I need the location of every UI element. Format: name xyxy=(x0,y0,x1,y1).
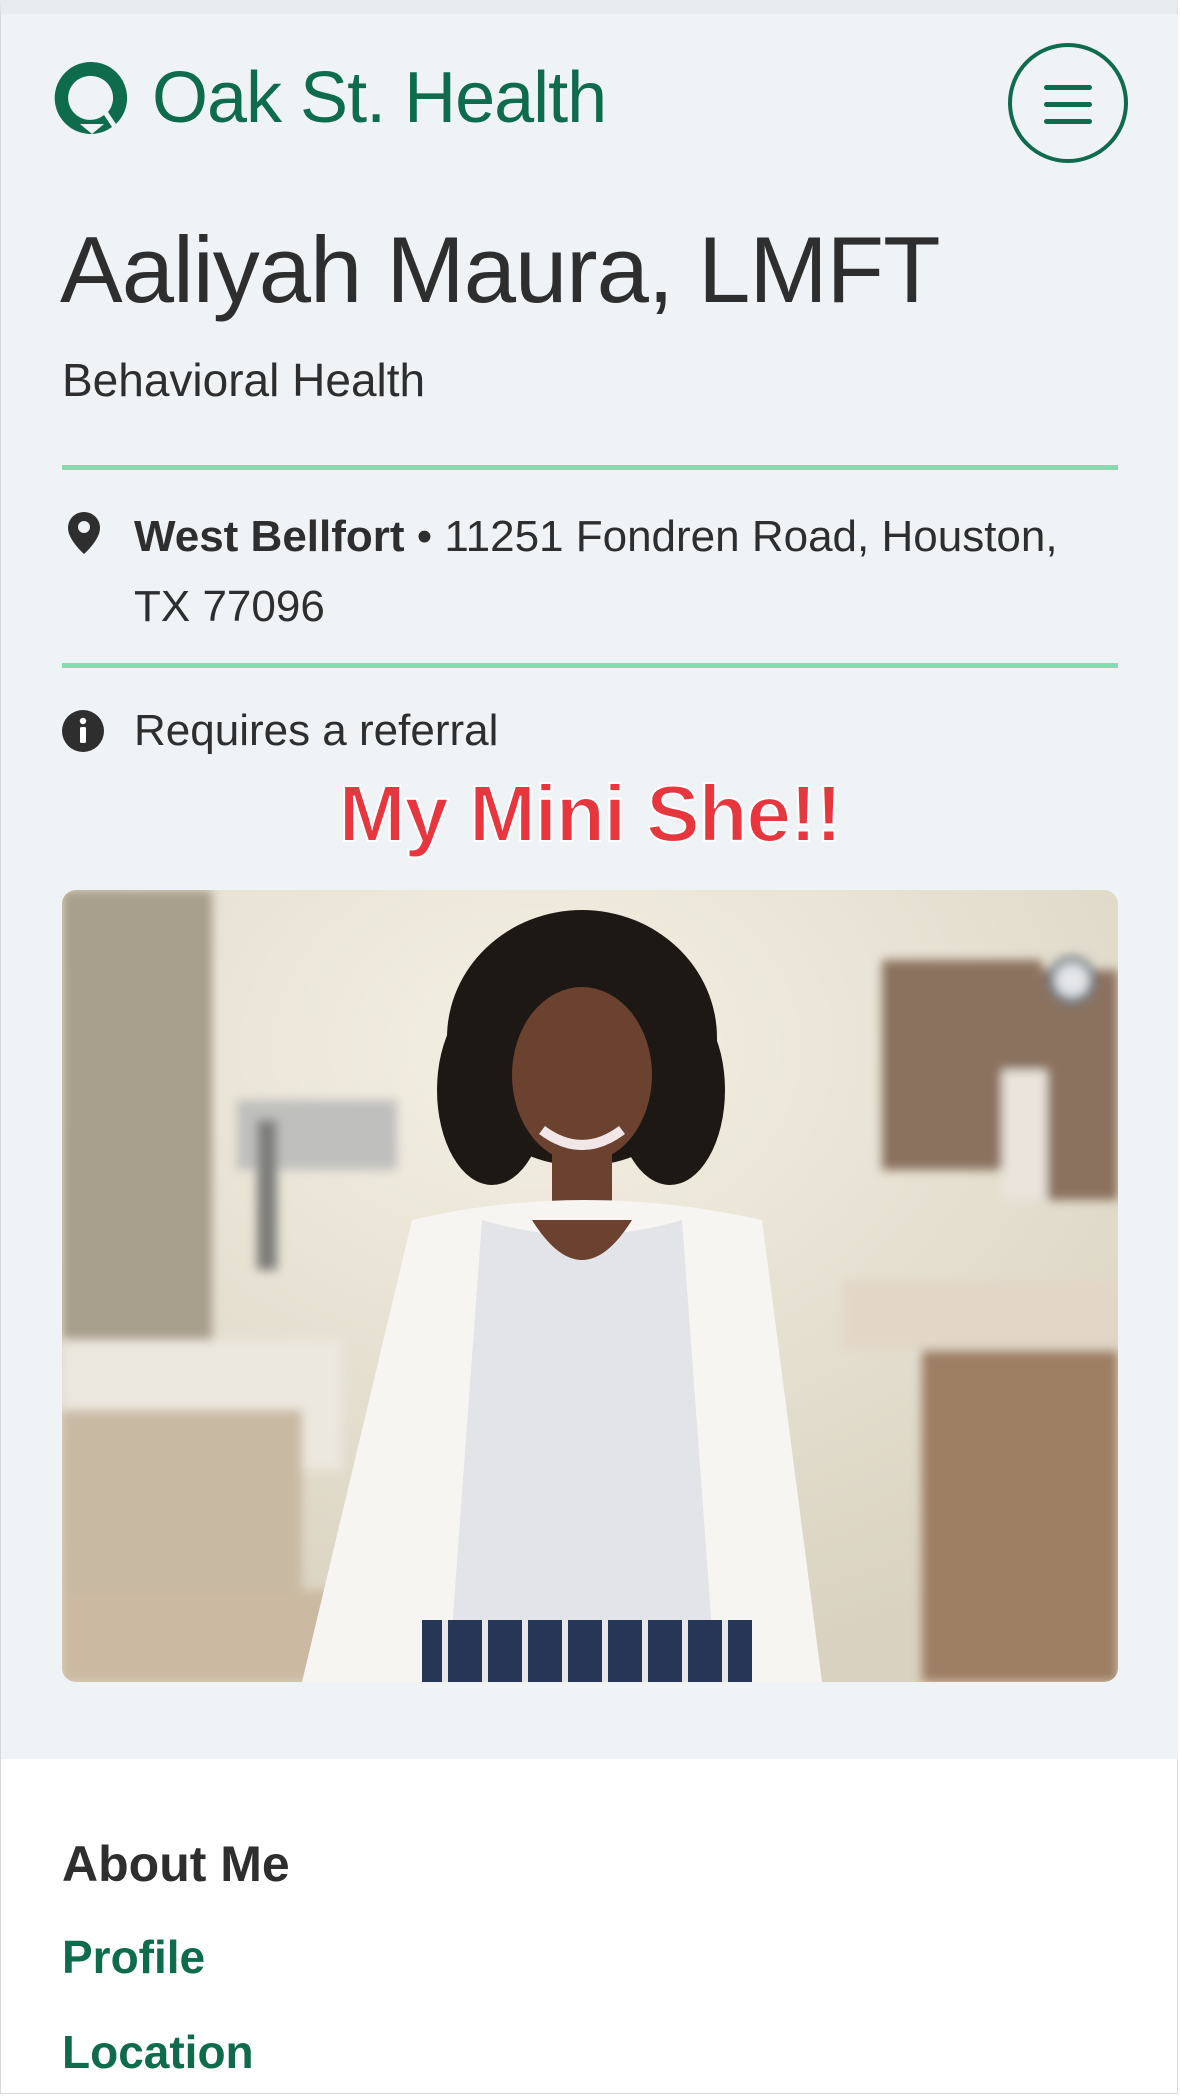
hamburger-icon-bar xyxy=(1044,102,1092,107)
hamburger-icon xyxy=(1044,85,1092,90)
site-header: Oak St. Health xyxy=(52,58,607,138)
overlay-caption: My Mini She!! xyxy=(338,768,844,859)
map-pin-icon xyxy=(68,512,100,554)
about-me-heading: About Me xyxy=(62,1836,290,1892)
location-separator: • xyxy=(404,512,445,561)
referral-notice: Requires a referral xyxy=(62,706,498,756)
menu-button[interactable] xyxy=(1008,43,1128,163)
oak-street-logo-icon[interactable] xyxy=(52,58,132,138)
info-icon xyxy=(62,710,104,752)
location-link[interactable]: Location xyxy=(62,2025,254,2079)
location-row: West Bellfort • 11251 Fondren Road, Hous… xyxy=(62,502,1122,642)
profile-link[interactable]: Profile xyxy=(62,1930,205,1984)
location-text[interactable]: West Bellfort • 11251 Fondren Road, Hous… xyxy=(134,502,1122,642)
referral-text: Requires a referral xyxy=(134,706,499,755)
provider-specialty: Behavioral Health xyxy=(62,354,426,406)
clinic-name: West Bellfort xyxy=(134,512,405,561)
divider-top xyxy=(62,465,1118,470)
provider-name: Aaliyah Maura, LMFT xyxy=(60,217,941,322)
divider-bottom xyxy=(62,663,1118,668)
hamburger-icon-bar xyxy=(1044,119,1092,124)
logo-text[interactable]: Oak St. Health xyxy=(152,62,607,134)
provider-photo xyxy=(62,890,1118,1682)
